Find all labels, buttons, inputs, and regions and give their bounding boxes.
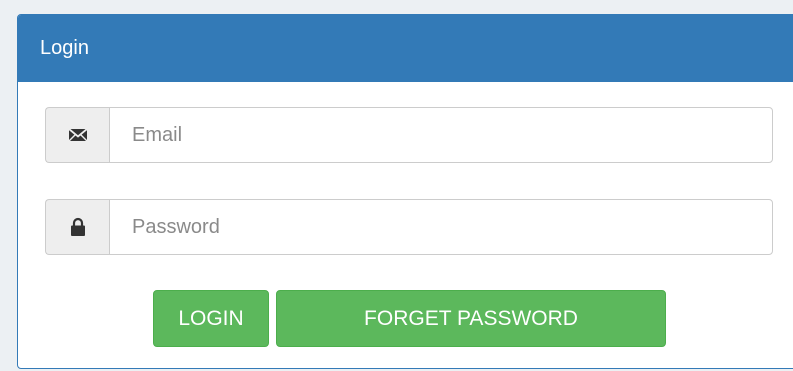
- lock-icon: [45, 199, 109, 255]
- login-panel: Login LOGIN FORGET: [17, 14, 793, 369]
- password-input-group: [45, 199, 773, 255]
- email-field[interactable]: [109, 107, 773, 163]
- envelope-icon: [45, 107, 109, 163]
- panel-title: Login: [40, 37, 89, 59]
- password-field[interactable]: [109, 199, 773, 255]
- forget-password-button[interactable]: FORGET PASSWORD: [276, 290, 666, 347]
- panel-heading: Login: [18, 15, 793, 82]
- email-input-group: [45, 107, 773, 163]
- page: Login LOGIN FORGET: [0, 0, 793, 371]
- login-button[interactable]: LOGIN: [153, 290, 269, 347]
